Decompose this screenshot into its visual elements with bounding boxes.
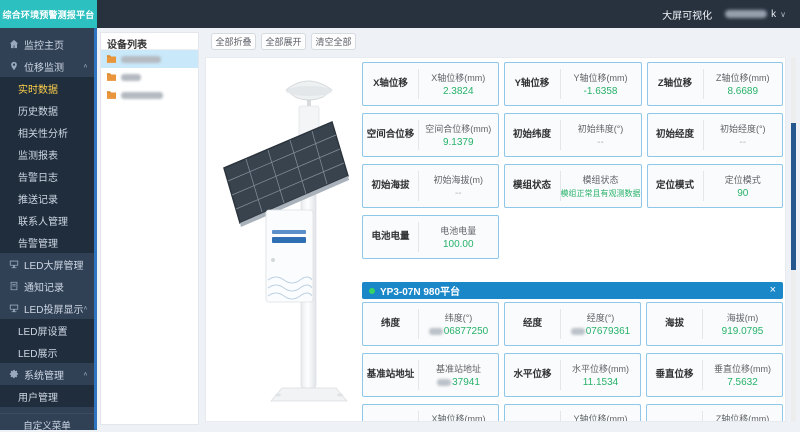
sidebar-item-contact-management[interactable]: 联系人管理 — [0, 209, 97, 231]
close-icon[interactable]: × — [770, 285, 776, 296]
username-suffix: k — [771, 8, 777, 20]
sidebar-item-custom-menu[interactable]: 自定义菜单 — [0, 413, 94, 432]
sidebar-item-correlation-analysis[interactable]: 相关性分析 — [0, 121, 97, 143]
redacted-value-prefix — [437, 379, 452, 386]
data-card-altitude: 海拔 海拔(m) 919.0795 — [646, 302, 783, 346]
sidebar-scrollbar[interactable] — [94, 28, 97, 430]
notebook-icon — [8, 281, 19, 292]
sidebar-item-led-screen-settings[interactable]: LED屏设置 — [0, 319, 97, 341]
online-status-dot — [369, 287, 375, 294]
home-icon — [8, 39, 19, 50]
station1-card-grid: X轴位移 X轴位移(mm) 2.3824 Y轴位移 Y轴位移(mm) -1.6358… — [362, 62, 783, 259]
content-scrollbar-track[interactable] — [791, 57, 796, 422]
data-card-initial-latitude: 初始纬度 初始纬度(°) -- — [503, 113, 642, 157]
collapse-all-button[interactable]: 全部折叠 — [211, 33, 256, 50]
sidebar-item-alarm-log[interactable]: 告警日志 — [0, 165, 97, 187]
user-menu[interactable]: k ∨ — [725, 9, 786, 20]
sidebar-item-user-management[interactable]: 用户管理 — [0, 385, 97, 407]
sidebar-item-realtime-data[interactable]: 实时数据 — [0, 77, 97, 99]
device-list-panel: 设备列表 — [100, 32, 199, 425]
main-content: 设备列表 全部折叠 全部展开 清空全部 X轴位移 X轴位移(mm) 2.3824… — [97, 28, 800, 430]
top-bar: 综合环境预警测报平台 大屏可视化 k ∨ — [0, 0, 800, 28]
redacted-device-name — [121, 55, 161, 63]
folder-icon — [106, 55, 117, 63]
device-list-item[interactable] — [101, 50, 198, 68]
chevron-up-icon: ∧ — [82, 371, 88, 378]
gnss-station-photo — [223, 80, 349, 402]
redacted-value-prefix — [428, 328, 443, 335]
device-list-title: 设备列表 — [101, 33, 198, 51]
chevron-down-icon: ∨ — [780, 9, 786, 19]
sidebar-item-alarm-management[interactable]: 告警管理 — [0, 231, 97, 253]
data-card-x-displacement: X轴位移 X轴位移(mm) 2.3824 — [362, 62, 499, 106]
data-card-z-displacement-cutoff: Z轴位移(mm) — [646, 404, 783, 421]
data-card-total-displacement: 空间合位移 空间合位移(mm) 9.1379 — [362, 113, 499, 157]
station2-title: YP3-07N 980平台 — [380, 287, 461, 298]
gear-icon — [8, 369, 19, 380]
sidebar-item-led-cast-display[interactable]: LED投屏显示 ∧ — [0, 297, 97, 319]
toolbar: 全部折叠 全部展开 清空全部 — [211, 33, 356, 50]
data-card-battery-level: 电池电量 电池电量 100.00 — [362, 215, 499, 259]
sidebar-item-monitoring-report[interactable]: 监测报表 — [0, 143, 97, 165]
clear-all-button[interactable]: 清空全部 — [311, 33, 356, 50]
sidebar-item-history-data[interactable]: 历史数据 — [0, 99, 97, 121]
data-card-initial-longitude: 初始经度 初始经度(°) -- — [646, 113, 783, 157]
data-card-vertical-displacement: 垂直位移 垂直位移(mm) 7.5632 — [646, 353, 783, 397]
content-scrollbar-thumb[interactable] — [791, 123, 796, 270]
sidebar-nav: 监控主页 位移监测 ∧ 实时数据 历史数据 相关性分析 监测报表 告警日志 推送… — [0, 28, 97, 432]
sidebar-item-push-records[interactable]: 推送记录 — [0, 187, 97, 209]
device-list-item[interactable] — [101, 86, 198, 104]
chevron-up-icon: ∧ — [82, 305, 88, 312]
data-card-latitude: 纬度 纬度(°) 06877250 — [362, 302, 499, 346]
sidebar-item-system-management[interactable]: 系统管理 ∧ — [0, 363, 97, 385]
sidebar-item-led-bigscreen-management[interactable]: LED大屏管理 — [0, 253, 97, 275]
redacted-value-prefix — [570, 328, 585, 335]
data-card-z-displacement: Z轴位移 Z轴位移(mm) 8.6689 — [646, 62, 783, 106]
cast-screen-icon — [8, 303, 19, 314]
redacted-username — [725, 10, 768, 18]
station2-header: YP3-07N 980平台 × — [362, 282, 783, 299]
app-logo-title: 综合环境预警测报平台 — [0, 0, 97, 28]
data-card-positioning-mode: 定位模式 定位模式 90 — [646, 164, 783, 208]
redacted-device-name — [121, 91, 163, 99]
monitor-icon — [8, 259, 19, 270]
sidebar-item-led-display[interactable]: LED展示 — [0, 341, 97, 363]
folder-icon — [106, 91, 117, 99]
location-pin-icon — [8, 61, 19, 72]
station-data-panel: X轴位移 X轴位移(mm) 2.3824 Y轴位移 Y轴位移(mm) -1.6358… — [205, 57, 786, 422]
data-card-longitude: 经度 经度(°) 07679361 — [504, 302, 641, 346]
data-card-horizontal-displacement: 水平位移 水平位移(mm) 11.1534 — [504, 353, 641, 397]
station2-card-grid: 纬度 纬度(°) 06877250 经度 经度(°) 07679361 海拔 海… — [362, 302, 783, 421]
chevron-up-icon: ∧ — [82, 63, 88, 70]
data-card-x-displacement-cutoff: X轴位移(mm) — [362, 404, 499, 421]
sidebar-item-monitor-home[interactable]: 监控主页 — [0, 33, 97, 55]
big-screen-visualization-link[interactable]: 大屏可视化 — [662, 7, 712, 22]
data-card-initial-altitude: 初始海拔 初始海拔(m) -- — [362, 164, 499, 208]
sidebar-item-notification-records[interactable]: 通知记录 — [0, 275, 97, 297]
data-card-y-displacement: Y轴位移 Y轴位移(mm) -1.6358 — [503, 62, 642, 106]
device-list-item[interactable] — [101, 68, 198, 86]
data-card-y-displacement-cutoff: Y轴位移(mm) — [504, 404, 641, 421]
folder-icon — [106, 73, 117, 81]
data-card-base-station-address: 基准站地址 基准站地址 37941 — [362, 353, 499, 397]
expand-all-button[interactable]: 全部展开 — [261, 33, 306, 50]
redacted-device-name — [121, 73, 141, 81]
data-card-module-status: 模组状态 模组状态 模组正常且有观测数据 — [503, 164, 642, 208]
sidebar-item-displacement-monitoring[interactable]: 位移监测 ∧ — [0, 55, 97, 77]
